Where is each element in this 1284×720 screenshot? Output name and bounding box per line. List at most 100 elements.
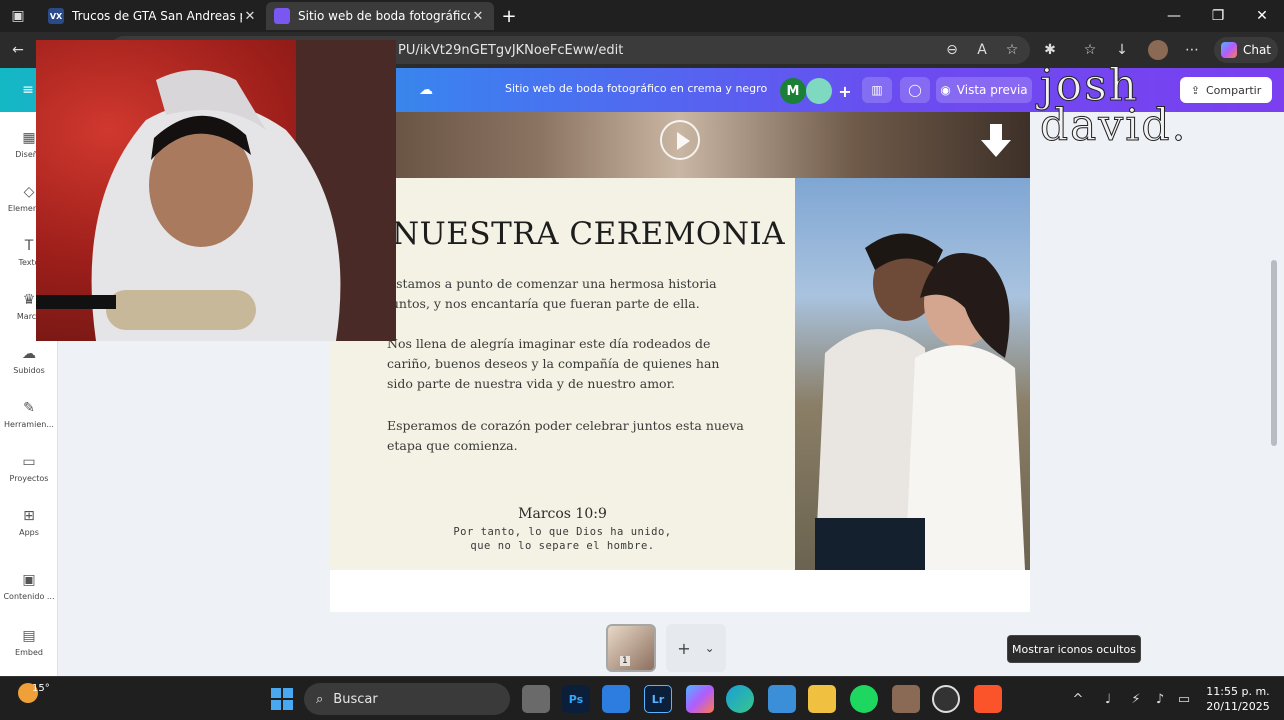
sidebar-item-label: Herramien... <box>4 420 54 429</box>
couple-photo[interactable] <box>795 178 1030 570</box>
microphone-icon[interactable]: ♩ <box>1098 689 1118 709</box>
new-tab-button[interactable]: + <box>496 2 522 30</box>
preview-label: Vista previa <box>956 83 1028 97</box>
page-thumbnail[interactable]: 1 <box>606 624 656 672</box>
favorite-star-icon[interactable]: ☆ <box>1002 40 1022 60</box>
add-collaborator-button[interactable]: + <box>832 78 858 104</box>
tab-gta-tricks[interactable]: VX Trucos de GTA San Andreas para l ✕ <box>40 2 266 30</box>
extensions-icon[interactable]: ✱ <box>1040 40 1060 60</box>
comments-button[interactable]: ◯ <box>900 77 930 103</box>
windows-logo-icon <box>271 688 293 710</box>
content-icon: ▣ <box>22 572 36 588</box>
store-icon[interactable] <box>602 685 630 713</box>
add-page-button[interactable]: + ⌄ <box>666 624 726 672</box>
watermark-line: david. <box>1039 100 1188 151</box>
file-explorer-icon[interactable] <box>808 685 836 713</box>
sidebar-item-label: Subidos <box>13 366 45 375</box>
taskbar-search[interactable]: ⌕ Buscar <box>304 683 510 715</box>
insights-button[interactable]: ▥ <box>862 77 892 103</box>
battery-icon[interactable]: ▭ <box>1174 689 1194 709</box>
tab-actions-icon[interactable]: ▣ <box>8 6 28 26</box>
down-arrow-icon[interactable] <box>980 124 1012 158</box>
back-arrow-icon[interactable]: ← <box>8 40 28 60</box>
verse-line[interactable]: que no lo separe el hombre. <box>330 540 795 552</box>
sidebar-item-label: Contenido ... <box>3 592 55 601</box>
upload-icon: ☁ <box>22 346 36 362</box>
sidebar-item-label: Proyectos <box>9 474 49 483</box>
eye-icon: ◉ <box>940 83 951 97</box>
sidebar-item-proyectos[interactable]: ▭ Proyectos <box>0 454 58 483</box>
obs-icon[interactable] <box>932 685 960 713</box>
pen-icon: ✎ <box>23 400 35 416</box>
verse-line[interactable]: Por tanto, lo que Dios ha unido, <box>330 526 795 538</box>
cloud-save-icon[interactable]: ☁ <box>416 80 436 100</box>
favorites-icon[interactable]: ☆ <box>1080 40 1100 60</box>
system-clock[interactable]: 11:55 p. m. 20/11/2025 <box>1200 684 1276 714</box>
tab-wedding-site[interactable]: Sitio web de boda fotográfico en ✕ <box>266 2 494 30</box>
zoom-icon[interactable]: ⊖ <box>942 40 962 60</box>
network-icon[interactable]: ⚡ <box>1126 689 1146 709</box>
tab-close-icon[interactable]: ✕ <box>242 9 258 24</box>
streamer-webcam-feed <box>36 40 396 341</box>
chat-label: Chat <box>1242 43 1272 57</box>
sidebar-item-contenido[interactable]: ▣ Contenido ... <box>0 572 58 601</box>
minimize-button[interactable]: — <box>1152 0 1196 32</box>
maximize-button[interactable]: ❐ <box>1196 0 1240 32</box>
volume-icon[interactable]: ♪ <box>1150 689 1170 709</box>
sidebar-item-apps[interactable]: ⊞ Apps <box>0 508 58 537</box>
clock-date: 20/11/2025 <box>1206 700 1270 713</box>
photos-icon[interactable] <box>768 685 796 713</box>
play-button[interactable] <box>660 120 700 160</box>
share-label: Compartir <box>1205 83 1262 97</box>
sidebar-item-herramien[interactable]: ✎ Herramien... <box>0 400 58 429</box>
more-menu-icon[interactable]: ⋯ <box>1182 40 1202 60</box>
copilot-icon <box>1220 42 1237 58</box>
sidebar-item-subidos[interactable]: ☁ Subidos <box>0 346 58 375</box>
edge-icon[interactable] <box>726 685 754 713</box>
weather-widget[interactable]: 15° <box>18 683 50 703</box>
copilot-icon[interactable] <box>686 685 714 713</box>
plus-icon: + <box>677 638 691 658</box>
sidebar-item-embed[interactable]: ▤ Embed <box>0 628 58 657</box>
browser-title-bar: ▣ VX Trucos de GTA San Andreas para l ✕ … <box>0 0 1284 32</box>
windows-taskbar: 15° ⌕ Buscar Ps Lr ^ ♩ ⚡ ♪ ▭ 11:55 p. m.… <box>0 676 1284 720</box>
clock-time: 11:55 p. m. <box>1206 685 1270 698</box>
copilot-chat-button[interactable]: Chat <box>1214 37 1278 63</box>
tab-favicon-icon: VX <box>48 8 64 24</box>
preview-button[interactable]: ◉ Vista previa <box>936 77 1032 103</box>
lightroom-icon[interactable]: Lr <box>644 685 672 713</box>
sidebar-item-label: Apps <box>19 528 39 537</box>
tab-close-icon[interactable]: ✕ <box>470 9 486 24</box>
spotify-icon[interactable] <box>850 685 878 713</box>
search-icon: ⌕ <box>316 691 324 707</box>
document-title[interactable]: Sitio web de boda fotográfico en crema y… <box>505 82 767 95</box>
app-icon[interactable] <box>892 685 920 713</box>
watermark-logo: josh david. <box>1039 63 1188 151</box>
apps-icon: ⊞ <box>23 508 35 524</box>
tooltip-hidden-icons: Mostrar iconos ocultos <box>1007 635 1141 663</box>
paragraph-1[interactable]: Estamos a punto de comenzar una hermosa … <box>387 274 747 314</box>
profile-avatar[interactable] <box>1148 40 1168 60</box>
show-hidden-icons-chevron-icon[interactable]: ^ <box>1068 689 1088 709</box>
design-canvas[interactable]: NUESTRA CEREMONIA Estamos a punto de com… <box>330 112 1030 612</box>
read-aloud-icon[interactable]: A <box>972 40 992 60</box>
menu-icon[interactable]: ≡ <box>18 80 38 100</box>
collaborator-avatar[interactable]: M <box>780 78 806 104</box>
ceremony-heading[interactable]: NUESTRA CEREMONIA <box>392 216 785 252</box>
page-scrollbar[interactable] <box>1271 260 1277 446</box>
start-button[interactable] <box>268 685 296 713</box>
share-icon: ⇪ <box>1190 83 1200 97</box>
verse-reference[interactable]: Marcos 10:9 <box>330 506 795 522</box>
share-button[interactable]: ⇪ Compartir <box>1180 77 1272 103</box>
photoshop-icon[interactable]: Ps <box>562 685 590 713</box>
paragraph-2[interactable]: Nos llena de alegría imaginar este día r… <box>387 334 747 394</box>
search-placeholder: Buscar <box>333 691 378 707</box>
chevron-down-icon[interactable]: ⌄ <box>705 641 715 655</box>
brave-icon[interactable] <box>974 685 1002 713</box>
collaborator-avatar[interactable] <box>806 78 832 104</box>
downloads-icon[interactable]: ↓ <box>1112 40 1132 60</box>
close-window-button[interactable]: ✕ <box>1240 0 1284 32</box>
task-view-icon[interactable] <box>522 685 550 713</box>
paragraph-3[interactable]: Esperamos de corazón poder celebrar junt… <box>387 416 747 456</box>
tab-title: Trucos de GTA San Andreas para l <box>72 9 242 23</box>
